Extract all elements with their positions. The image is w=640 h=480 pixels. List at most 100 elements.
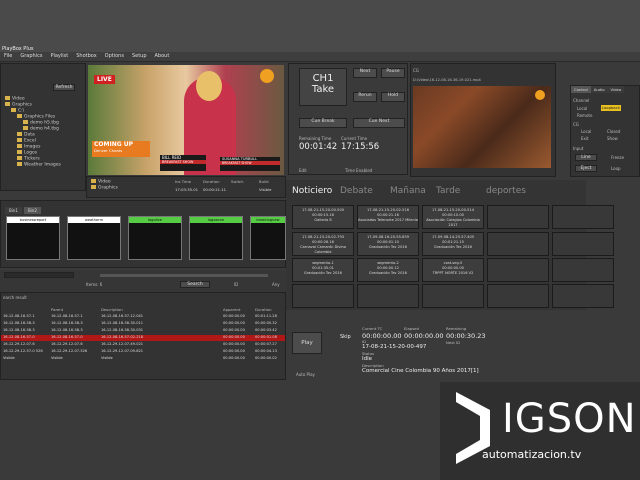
- time-enabled-checkbox[interactable]: Time Enabled: [345, 168, 372, 173]
- thumbnail-item[interactable]: breakingnew: [250, 216, 286, 260]
- tree-item-label: Graphics Files: [24, 114, 56, 120]
- loopback-button[interactable]: Loopback: [601, 105, 621, 111]
- controls-tab[interactable]: Video: [607, 86, 625, 93]
- closed-radio[interactable]: Closed: [607, 129, 620, 134]
- shotbox-button[interactable]: 17-09-08-14-25-57-405 00:01:21.15 Gradua…: [422, 232, 484, 256]
- cg-local-radio[interactable]: Local: [581, 129, 591, 134]
- table-row[interactable]: Visible Visible Visible 00:00:00.00 00:00:00…: [1, 356, 285, 362]
- eject-button[interactable]: Eject: [575, 165, 597, 172]
- search-button[interactable]: Search: [180, 281, 210, 288]
- scroll-slider[interactable]: [100, 274, 268, 277]
- shotbox-button[interactable]: segmento-1 00:01:35.01 Graduación Tec 20…: [292, 258, 354, 282]
- loop-checkbox[interactable]: Loop: [611, 166, 621, 171]
- shotbox-empty-slot[interactable]: [487, 258, 549, 282]
- bin-tab[interactable]: Bin1: [5, 207, 22, 214]
- shotbox-empty-slot[interactable]: [487, 284, 549, 308]
- table-cell: 16-12-29-12-07-526: [51, 349, 88, 353]
- thumbnail-item[interactable]: weatherm: [67, 216, 121, 260]
- shotbox-empty-slot[interactable]: [552, 258, 614, 282]
- search-any-select[interactable]: Any: [272, 282, 280, 287]
- mid-folder-item[interactable]: Graphics: [91, 185, 161, 191]
- shotbox-empty-slot[interactable]: [487, 232, 549, 256]
- local-radio[interactable]: Local: [577, 106, 587, 111]
- cue-break-button[interactable]: Cue Break: [299, 118, 347, 128]
- table-row[interactable]: 16-12-08-16-58-3 16-12-08-16-58-3 16-12-08…: [1, 321, 285, 327]
- thumbnail-item[interactable]: logozone: [189, 216, 243, 260]
- shotbox-button[interactable]: segmento-2 00:00:00.12 Graduación Tec 20…: [357, 258, 419, 282]
- live-badge: LIVE: [94, 75, 115, 84]
- menu-item-options[interactable]: Options: [101, 52, 128, 60]
- menu-item-file[interactable]: File: [0, 52, 16, 60]
- shotbox-empty-slot[interactable]: [357, 284, 419, 308]
- table-row[interactable]: 16-12-29-12-07-6 16-12-29-12-07-6 16-12-29…: [1, 342, 285, 348]
- results-column-header[interactable]: Apparent: [223, 307, 240, 312]
- rerun-button[interactable]: Rerun: [353, 92, 377, 102]
- show-radio[interactable]: Show: [607, 136, 618, 141]
- table-row[interactable]: 16-12-29-12-57-0 526 16-12-29-12-07-526 16…: [1, 349, 285, 355]
- shotbox-empty-slot[interactable]: [487, 205, 549, 229]
- controls-tab[interactable]: Audio: [590, 86, 608, 93]
- shotbox-tab[interactable]: Mañana: [390, 186, 426, 196]
- thumbnail-item[interactable]: logolive: [128, 216, 182, 260]
- next-button[interactable]: Next: [353, 68, 377, 78]
- shotbox-button[interactable]: 17-08-21-15-20-00-514 00:00:10.00 Asocia…: [422, 205, 484, 229]
- results-title: earch result: [3, 295, 27, 300]
- freeze-checkbox[interactable]: Freeze: [611, 155, 624, 160]
- tree-item-label: Logos: [24, 150, 38, 156]
- shotbox-tab[interactable]: Noticiero: [292, 186, 332, 196]
- shotbox-button[interactable]: 17-08-21-15-20-02-793 00:00:26.16 Carnav…: [292, 232, 354, 256]
- skip-button[interactable]: Skip: [340, 334, 351, 340]
- edit-checkbox[interactable]: Edit: [299, 168, 307, 173]
- thumbnail-item[interactable]: businessreport: [6, 216, 60, 260]
- table-row[interactable]: 16-12-08-16-57-0 16-12-08-16-57-0 16-12-08…: [1, 335, 285, 341]
- shotbox-tab[interactable]: deportes: [486, 186, 526, 196]
- shotbox-empty-slot[interactable]: [552, 232, 614, 256]
- shotbox-button[interactable]: cost-seg-5 00:00:00.00 TRPPT NORTE 2016 …: [422, 258, 484, 282]
- menu-item-shotbox[interactable]: Shotbox: [72, 52, 100, 60]
- shotbox-tab[interactable]: Debate: [340, 186, 373, 196]
- mid-column-header[interactable]: Ins Time: [175, 179, 191, 184]
- take-button[interactable]: CH1 Take: [299, 68, 347, 106]
- shotbox-empty-slot[interactable]: [292, 284, 354, 308]
- shotbox-empty-slot[interactable]: [552, 205, 614, 229]
- search-id-select[interactable]: ID: [234, 282, 238, 287]
- shotbox-empty-slot[interactable]: [422, 284, 484, 308]
- pause-button[interactable]: Pause: [381, 68, 405, 78]
- menu-item-about[interactable]: About: [151, 52, 174, 60]
- shotbox-empty-slot[interactable]: [552, 284, 614, 308]
- table-row[interactable]: 16-12-08-16-57-1 16-12-08-16-57-1 16-12-08…: [1, 314, 285, 320]
- menu-item-playlist[interactable]: Playlist: [46, 52, 72, 60]
- results-column-header[interactable]: Parent: [51, 307, 63, 312]
- results-column-header[interactable]: Duration: [255, 307, 272, 312]
- mid-column-header[interactable]: Build: [259, 179, 269, 184]
- menu-item-setup[interactable]: Setup: [128, 52, 151, 60]
- bin-tab[interactable]: Bin2: [23, 207, 41, 214]
- table-cell: 16-12-08-16-57-1: [3, 314, 35, 318]
- shotbox-tab[interactable]: Tarde: [436, 186, 460, 196]
- table-row[interactable]: 16-12-08-16-58-3 16-12-08-16-58-3 16-12-08…: [1, 328, 285, 334]
- title-bar: PlayBox Plus: [0, 0, 640, 52]
- mid-column-header[interactable]: Switch: [231, 179, 244, 184]
- auto-play-checkbox[interactable]: Auto Play: [296, 372, 315, 377]
- cue-next-button[interactable]: Cue Next: [353, 118, 405, 128]
- remote-radio[interactable]: Remote: [577, 113, 592, 118]
- line-button[interactable]: Line: [575, 154, 597, 161]
- results-panel: earch result Parent Description Apparent Du…: [0, 292, 286, 380]
- play-button[interactable]: Play: [292, 332, 322, 354]
- table-cell: Visible: [101, 356, 113, 360]
- shotbox-button[interactable]: 17-09-08-16-20-55-859 00:00:01.10 Gradua…: [357, 232, 419, 256]
- hold-button[interactable]: Hold: [381, 92, 405, 102]
- mid-browser-panel: Video Graphics Ins Time Duration Switch Buil…: [86, 176, 286, 198]
- channel-label: CH1: [312, 73, 334, 84]
- exit-radio[interactable]: Exit: [581, 136, 589, 141]
- search-input[interactable]: [4, 272, 74, 278]
- shotbox-button[interactable]: 17-08-21-15-20-00-500 00:00:15.16 Galler…: [292, 205, 354, 229]
- results-column-header[interactable]: Description: [101, 307, 123, 312]
- refresh-button[interactable]: Refresh: [53, 84, 75, 91]
- menu-item-graphics[interactable]: Graphics: [16, 52, 46, 60]
- mid-row[interactable]: 17:03:35.01 00:00:21.11 Visible: [175, 187, 285, 193]
- controls-tab[interactable]: Control: [571, 86, 591, 93]
- shotbox-button[interactable]: 17-08-21-15-20-02-516 00:00:21.16 Asocia…: [357, 205, 419, 229]
- mid-column-header[interactable]: Duration: [203, 179, 220, 184]
- tree-item[interactable]: Weather Images: [5, 162, 85, 168]
